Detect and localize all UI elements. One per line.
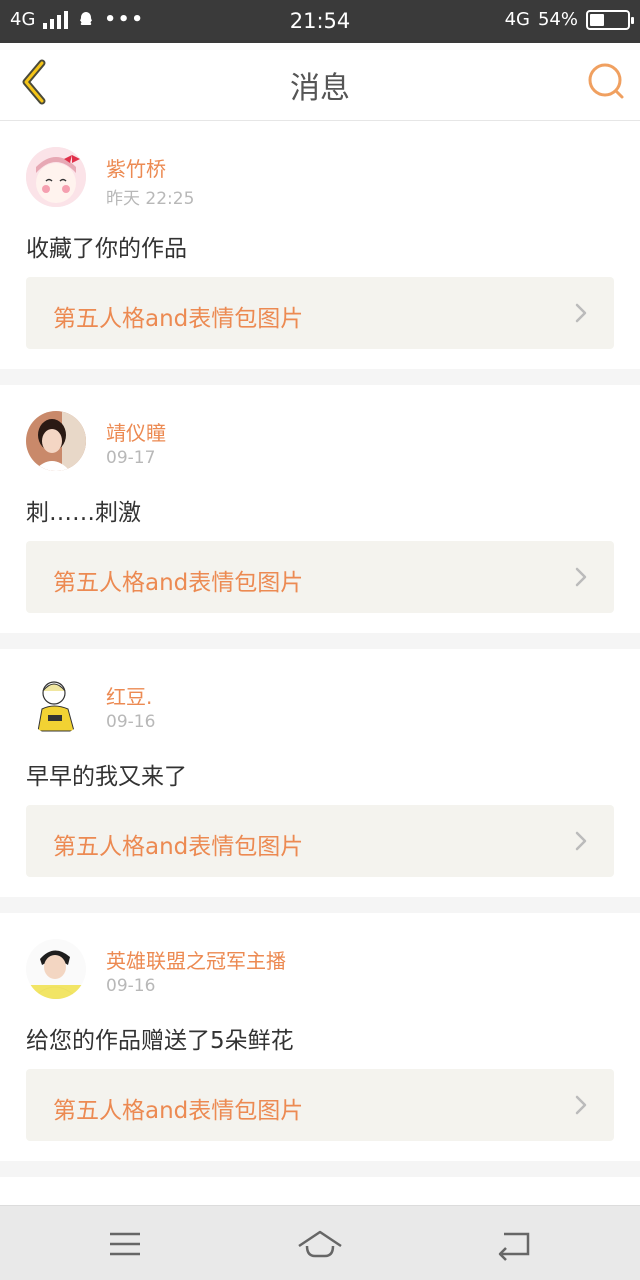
message-text: 早早的我又来了 [26, 764, 187, 790]
battery-percent: 54% [537, 9, 578, 30]
work-title: 第五人格and表情包图片 [53, 570, 304, 596]
work-link[interactable]: 第五人格and表情包图片 [26, 1069, 614, 1141]
chevron-right-icon [575, 303, 587, 323]
chevron-right-icon [575, 1095, 587, 1115]
sender-name[interactable]: 红豆. [106, 681, 152, 710]
search-icon[interactable] [586, 61, 626, 101]
header: 消息 [0, 43, 640, 121]
avatar[interactable] [26, 675, 86, 735]
message-time: 昨天 22:25 [106, 189, 195, 209]
avatar[interactable] [26, 147, 86, 207]
work-link[interactable]: 第五人格and表情包图片 [26, 277, 614, 349]
message-time: 09-16 [106, 712, 156, 732]
message-time: 09-16 [106, 976, 156, 996]
sender-name[interactable]: 英雄联盟之冠军主播 [106, 945, 286, 974]
work-link[interactable]: 第五人格and表情包图片 [26, 805, 614, 877]
work-link[interactable]: 第五人格and表情包图片 [26, 541, 614, 613]
sender-name[interactable]: 紫竹桥 [106, 153, 166, 182]
message-text: 刺……刺激 [26, 500, 141, 526]
work-title: 第五人格and表情包图片 [53, 834, 304, 860]
sender-name[interactable]: 靖仪瞳 [106, 417, 166, 446]
system-nav-bar [0, 1205, 640, 1280]
back-arrow-icon[interactable] [490, 1224, 540, 1264]
chevron-right-icon [575, 831, 587, 851]
message-card: 英雄联盟之冠军主播 09-16 给您的作品赠送了5朵鲜花 第五人格and表情包图… [0, 913, 640, 1161]
message-card: 红豆. 09-16 早早的我又来了 第五人格and表情包图片 [0, 649, 640, 897]
message-card: 靖仪瞳 09-17 刺……刺激 第五人格and表情包图片 [0, 385, 640, 633]
message-list: 紫竹桥 昨天 22:25 收藏了你的作品 第五人格and表情包图片 靖仪瞳 09… [0, 121, 640, 1217]
page-title: 消息 [290, 71, 350, 106]
home-icon[interactable] [295, 1224, 345, 1264]
avatar[interactable] [26, 411, 86, 471]
work-title: 第五人格and表情包图片 [53, 306, 304, 332]
work-title: 第五人格and表情包图片 [53, 1098, 304, 1124]
status-bar: 4G ••• 21:54 4G 54% [0, 0, 640, 43]
battery-icon [586, 9, 634, 30]
message-text: 给您的作品赠送了5朵鲜花 [26, 1028, 294, 1054]
status-right: 4G 54% [504, 9, 634, 30]
menu-icon[interactable] [100, 1224, 150, 1264]
avatar[interactable] [26, 939, 86, 999]
chevron-right-icon [575, 567, 587, 587]
network-type-right: 4G [504, 9, 530, 30]
message-time: 09-17 [106, 448, 156, 468]
message-card: 紫竹桥 昨天 22:25 收藏了你的作品 第五人格and表情包图片 [0, 121, 640, 369]
message-text: 收藏了你的作品 [26, 236, 187, 262]
